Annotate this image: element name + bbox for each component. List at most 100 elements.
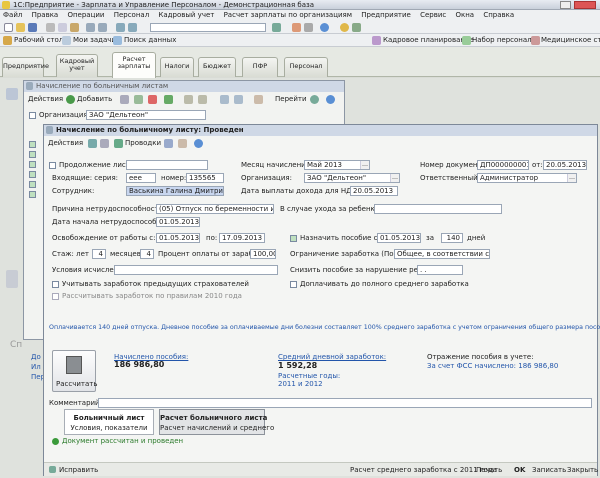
left-link-sp[interactable]: Сп (10, 340, 22, 350)
list-row-check[interactable] (29, 171, 36, 178)
stage-months-field[interactable]: 4 (140, 249, 154, 259)
ok-button[interactable]: OK (514, 465, 525, 475)
doc-save-icon[interactable] (88, 139, 97, 148)
list-hierarchy-icon[interactable] (234, 95, 243, 104)
release-from-field[interactable]: 01.05.2013 (156, 233, 200, 243)
info-icon[interactable] (340, 23, 349, 32)
start-field[interactable]: 01.05.2013 (156, 217, 200, 227)
help-icon[interactable] (320, 23, 329, 32)
assign-days-field[interactable]: 140 (441, 233, 463, 243)
menu-operations[interactable]: Операции (67, 11, 104, 19)
doc-copy-icon[interactable] (100, 139, 109, 148)
addpay-checkbox[interactable] (290, 281, 297, 288)
list-help-icon[interactable] (326, 95, 335, 104)
find-icon[interactable] (272, 23, 281, 32)
series-field[interactable]: еее (126, 173, 156, 183)
list-copy-icon[interactable] (120, 95, 129, 104)
prev-earnings-checkbox[interactable] (52, 281, 59, 288)
close-icon[interactable] (574, 1, 596, 9)
print-button[interactable]: Печать (476, 465, 502, 475)
list-goto-menu[interactable]: Перейти (275, 94, 307, 104)
list-row-check[interactable] (29, 151, 36, 158)
open-icon[interactable] (16, 23, 25, 32)
month-field[interactable]: Май 2013 … (304, 160, 370, 170)
menu-enterprise[interactable]: Предприятие (361, 11, 411, 19)
menu-payroll[interactable]: Расчет зарплаты по организациям (224, 11, 352, 19)
back-icon[interactable] (116, 23, 125, 32)
stage-years-field[interactable]: 4 (92, 249, 106, 259)
doc-report-icon[interactable] (178, 139, 187, 148)
doc-actions-menu[interactable]: Действия (48, 138, 83, 148)
list-org-field[interactable]: ЗАО "Дельтеон" (86, 110, 206, 120)
save-icon[interactable] (28, 23, 37, 32)
employee-field[interactable]: Васькина Галина Дмитриевна (126, 186, 224, 196)
list-row-check[interactable] (29, 141, 36, 148)
prolong-checkbox[interactable] (49, 162, 56, 169)
avg2011-button[interactable]: Расчет среднего заработка с 2011 года (350, 465, 497, 475)
list-report-icon[interactable] (254, 95, 263, 104)
ndfl-field[interactable]: 20.05.2013 (350, 186, 398, 196)
list-filter-icon[interactable] (184, 95, 193, 104)
org-select-icon[interactable]: … (390, 174, 399, 182)
list-row-check[interactable] (29, 181, 36, 188)
section-tab-payroll[interactable]: Расчет зарплаты (112, 52, 156, 78)
fix-button[interactable]: Исправить (59, 465, 98, 475)
cut-icon[interactable] (46, 23, 55, 32)
recruit-button[interactable]: Набор персонала (472, 35, 536, 46)
list-post-icon[interactable] (164, 95, 173, 104)
docnum-field[interactable]: ДП000000001 (477, 160, 529, 170)
resp-select-icon[interactable]: … (567, 174, 576, 182)
prolong-field[interactable] (126, 160, 208, 170)
menu-service[interactable]: Сервис (420, 11, 446, 19)
number-field[interactable]: 135565 (186, 173, 224, 183)
list-tree-icon[interactable] (220, 95, 229, 104)
list-edit-icon[interactable] (134, 95, 143, 104)
section-tab-hr[interactable]: Кадровый учет (56, 54, 98, 77)
doc-struct-icon[interactable] (164, 139, 173, 148)
search-data-button[interactable]: Поиск данных (124, 35, 176, 46)
tools-icon[interactable] (352, 23, 361, 32)
list-sort-icon[interactable] (198, 95, 207, 104)
list-actions-menu[interactable]: Действия (28, 94, 63, 104)
undo-icon[interactable] (86, 23, 95, 32)
medical-button[interactable]: Медицинское страх (541, 35, 600, 46)
left-link-do[interactable]: До (31, 352, 41, 362)
limit-field[interactable]: Общее, в соответствии с Закон (394, 249, 490, 259)
reflect-value[interactable]: За счет ФСС начислено: 186 986,80 (427, 361, 558, 371)
assign-from-field[interactable]: 01.05.2013 (377, 233, 421, 243)
menu-file[interactable]: Файл (3, 11, 22, 19)
list-add-button[interactable]: Добавить (77, 94, 112, 104)
menu-help[interactable]: Справка (483, 11, 514, 19)
menu-hr[interactable]: Кадровый учет (158, 11, 214, 19)
list-refresh-icon[interactable] (310, 95, 319, 104)
list-delete-icon[interactable] (148, 95, 157, 104)
percent-field[interactable]: 100,00 (250, 249, 276, 259)
list-row-check[interactable] (29, 161, 36, 168)
doc-help-icon[interactable] (194, 139, 203, 148)
paste-icon[interactable] (70, 23, 79, 32)
hr-planning-button[interactable]: Кадровое планирование (383, 35, 474, 46)
release-to-field[interactable]: 17.09.2013 (219, 233, 265, 243)
tab-sick-leave[interactable]: Больничный лист Условия, показатели (64, 409, 154, 435)
menu-edit[interactable]: Правка (32, 11, 59, 19)
list-row-check[interactable] (29, 191, 36, 198)
resp-field[interactable]: Администратор … (477, 173, 577, 183)
comment-field[interactable] (98, 398, 592, 408)
assign-checkbox[interactable] (290, 235, 297, 242)
section-tab-pfr[interactable]: ПФР (242, 57, 278, 77)
calendar-icon[interactable] (292, 23, 301, 32)
section-tab-enterprise[interactable]: Предприятие (2, 57, 49, 77)
postings-button[interactable]: Проводки (125, 138, 161, 148)
section-tab-taxes[interactable]: Налоги (160, 57, 194, 77)
from-field[interactable]: 20.05.2013 (543, 160, 587, 170)
calculator-icon[interactable] (304, 23, 313, 32)
save-button[interactable]: Записать (532, 465, 566, 475)
reduce-field[interactable]: . . (417, 265, 463, 275)
search-combo[interactable] (150, 23, 266, 32)
month-select-icon[interactable]: … (360, 161, 369, 169)
section-tab-budget[interactable]: Бюджет (198, 57, 236, 77)
copy-icon[interactable] (58, 23, 67, 32)
left-link-il[interactable]: Ил (31, 362, 41, 372)
childcare-field[interactable] (374, 204, 502, 214)
tab-calc[interactable]: Расчет больничного листа Расчет начислен… (159, 409, 274, 435)
